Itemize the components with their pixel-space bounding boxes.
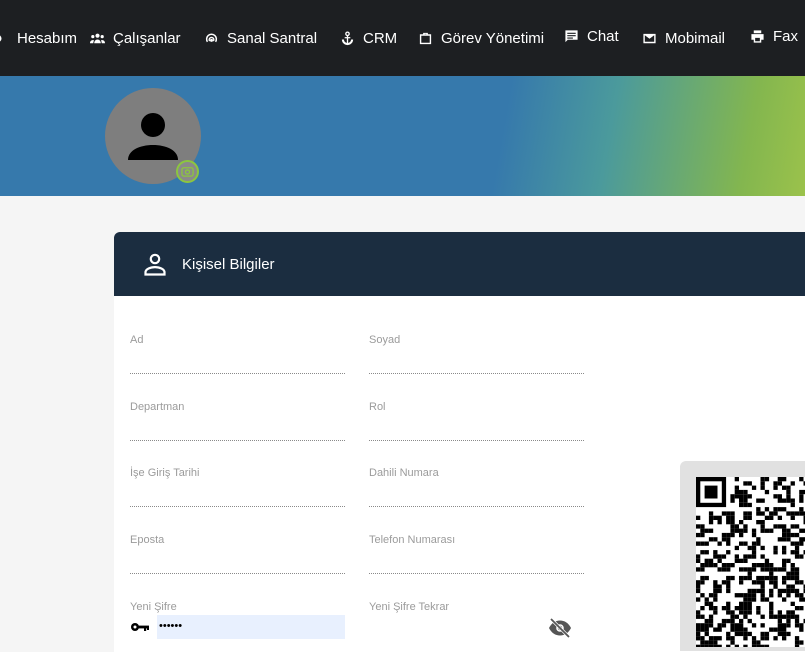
key-icon: [130, 621, 150, 633]
role-field[interactable]: Rol: [369, 401, 584, 441]
field-label: İşe Giriş Tarihi: [130, 467, 199, 479]
nav-item-hesabim[interactable]: Hesabım: [0, 26, 77, 50]
first-name-field[interactable]: Ad: [130, 334, 345, 374]
nav-item-mobimail[interactable]: Mobimail: [642, 26, 725, 50]
last-name-field[interactable]: Soyad: [369, 334, 584, 374]
nav-item-fax[interactable]: Fax: [750, 24, 798, 48]
field-label: Departman: [130, 401, 184, 413]
nav-item-label: Görev Yönetimi: [441, 30, 544, 47]
chat-icon: [564, 29, 579, 44]
qr-code: [696, 477, 805, 647]
anchor-icon: [340, 31, 355, 46]
nav-item-calisanlar[interactable]: Çalışanlar: [90, 26, 181, 50]
nav-item-sanal-santral[interactable]: Sanal Santral: [204, 26, 317, 50]
start-date-field[interactable]: İşe Giriş Tarihi: [130, 467, 345, 507]
qr-code-image: [696, 477, 805, 647]
nav-item-chat[interactable]: Chat: [564, 24, 619, 48]
card-header: Kişisel Bilgiler: [114, 232, 805, 296]
visibility-off-icon[interactable]: [548, 618, 572, 638]
new-password-input[interactable]: [157, 615, 345, 639]
email-field[interactable]: Eposta: [130, 534, 345, 574]
nav-item-gorev-yonetimi[interactable]: Görev Yönetimi: [418, 26, 544, 50]
new-password-value: ••••••: [159, 620, 182, 632]
nav-item-label: Hesabım: [17, 30, 77, 47]
card-title: Kişisel Bilgiler: [182, 256, 275, 273]
nav-item-label: Fax: [773, 28, 798, 45]
phone-number-field[interactable]: Telefon Numarası: [369, 534, 584, 574]
briefcase-icon: [418, 31, 433, 46]
change-photo-button[interactable]: [176, 160, 199, 183]
nav-item-label: Sanal Santral: [227, 30, 317, 47]
top-navigation: Hesabım Çalışanlar Sanal Santral CRM Gör…: [0, 0, 805, 76]
mail-icon: [642, 31, 657, 46]
confirm-password-label: Yeni Şifre Tekrar: [369, 601, 449, 613]
nav-item-label: Mobimail: [665, 30, 725, 47]
account-icon: [0, 31, 9, 46]
field-label: Dahili Numara: [369, 467, 439, 479]
nav-item-crm[interactable]: CRM: [340, 26, 397, 50]
field-label: Telefon Numarası: [369, 534, 455, 546]
field-label: Rol: [369, 401, 386, 413]
nav-item-label: Chat: [587, 28, 619, 45]
field-label: Soyad: [369, 334, 400, 346]
camera-icon: [181, 165, 194, 178]
signal-icon: [204, 31, 219, 46]
department-field[interactable]: Departman: [130, 401, 345, 441]
field-label: Eposta: [130, 534, 164, 546]
new-password-label: Yeni Şifre: [130, 601, 177, 613]
printer-icon: [750, 29, 765, 44]
nav-item-label: CRM: [363, 30, 397, 47]
people-icon: [90, 31, 105, 46]
nav-item-label: Çalışanlar: [113, 30, 181, 47]
extension-number-field[interactable]: Dahili Numara: [369, 467, 584, 507]
person-icon: [143, 252, 167, 276]
field-label: Ad: [130, 334, 143, 346]
